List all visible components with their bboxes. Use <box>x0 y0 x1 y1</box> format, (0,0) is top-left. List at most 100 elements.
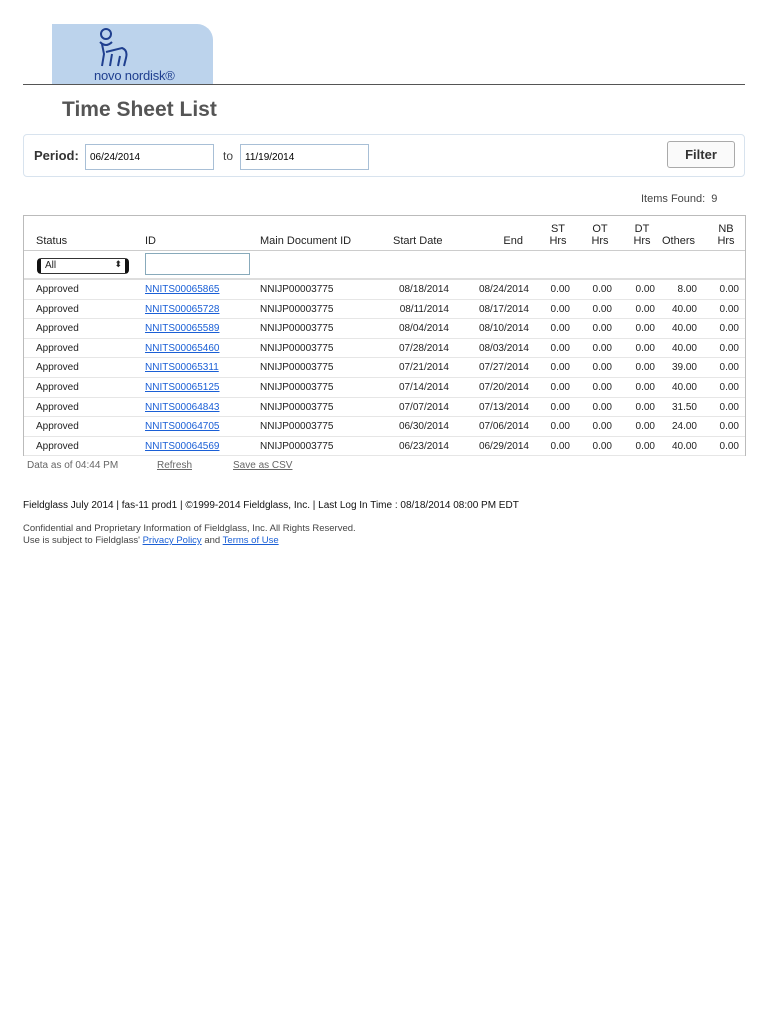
cell-start-date: 07/07/2014 <box>398 401 449 413</box>
footer-and: and <box>201 535 223 546</box>
period-label: Period: <box>34 148 79 163</box>
select-arrows-icon: ⬍ <box>114 259 122 269</box>
privacy-policy-link[interactable]: Privacy Policy <box>143 535 202 546</box>
cell-others: 24.00 <box>671 421 697 433</box>
bull-logo-icon <box>99 28 128 67</box>
timesheet-id-link[interactable]: NNITS00065865 <box>145 284 220 295</box>
timesheet-id-link[interactable]: NNITS00064843 <box>145 402 220 413</box>
header-others[interactable]: Others <box>662 235 695 247</box>
timesheet-id-link[interactable]: NNITS00064569 <box>145 441 220 452</box>
timesheet-id-link[interactable]: NNITS00065311 <box>145 362 219 373</box>
timesheet-id-link[interactable]: NNITS00065728 <box>145 304 220 315</box>
status-filter-select[interactable]: All ⬍ <box>37 258 129 274</box>
save-csv-link[interactable]: Save as CSV <box>233 460 292 471</box>
cell-end: 07/27/2014 <box>478 362 529 374</box>
cell-st-hrs: 0.00 <box>550 382 570 393</box>
cell-ot-hrs: 0.00 <box>592 401 612 413</box>
cell-others: 40.00 <box>671 303 697 315</box>
table-row: Approved NNITS00064569 NNIJP00003775 06/23/… <box>24 437 745 457</box>
cell-nb-hrs: 0.00 <box>719 323 739 335</box>
timesheet-id-link[interactable]: NNITS00065460 <box>145 343 220 354</box>
header-ot-hrs[interactable]: OT Hrs <box>589 223 611 247</box>
logo-text: novo nordisk® <box>94 68 175 83</box>
timesheet-table: Status ID Main Document ID Start Date En… <box>23 215 746 457</box>
cell-st-hrs: 0.00 <box>550 401 570 413</box>
header-ot-line2: Hrs <box>591 235 609 247</box>
cell-status: Approved <box>36 382 79 393</box>
cell-main-document-id: NNIJP00003775 <box>260 323 334 335</box>
timesheet-id-link[interactable]: NNITS00064705 <box>145 421 220 432</box>
to-label: to <box>223 149 234 163</box>
cell-main-document-id: NNIJP00003775 <box>260 362 334 374</box>
cell-end: 08/10/2014 <box>478 323 529 335</box>
cell-nb-hrs: 0.00 <box>719 284 739 295</box>
cell-status: Approved <box>36 284 79 295</box>
cell-ot-hrs: 0.00 <box>592 362 612 374</box>
cell-end: 08/24/2014 <box>478 284 529 295</box>
cell-dt-hrs: 0.00 <box>635 401 655 413</box>
cell-id: NNITS00065125 <box>145 382 220 393</box>
page-title: Time Sheet List <box>62 98 217 121</box>
cell-start-date: 07/14/2014 <box>398 382 449 393</box>
cell-dt-hrs: 0.00 <box>635 421 655 433</box>
table-row: Approved NNITS00065460 NNIJP00003775 07/28/… <box>24 339 745 359</box>
table-row: Approved NNITS00065311 NNIJP00003775 07/21/… <box>24 358 745 378</box>
table-row: Approved NNITS00065865 NNIJP00003775 08/18/… <box>24 280 745 300</box>
cell-others: 40.00 <box>671 382 697 393</box>
items-found-label: Items Found: <box>641 193 706 205</box>
cell-status: Approved <box>36 401 79 413</box>
header-main-document-id[interactable]: Main Document ID <box>260 235 351 247</box>
cell-nb-hrs: 0.00 <box>719 421 739 433</box>
footer-use-text: Use is subject to Fieldglass' <box>23 535 143 546</box>
cell-start-date: 06/30/2014 <box>398 421 449 433</box>
cell-end: 07/20/2014 <box>478 382 529 393</box>
header-dt-hrs[interactable]: DT Hrs <box>631 223 653 247</box>
header-ot-line1: OT <box>592 223 608 235</box>
cell-st-hrs: 0.00 <box>550 362 570 374</box>
cell-ot-hrs: 0.00 <box>592 323 612 335</box>
cell-end: 07/06/2014 <box>478 421 529 433</box>
cell-st-hrs: 0.00 <box>550 421 570 433</box>
cell-id: NNITS00064843 <box>145 402 220 413</box>
header-st-hrs[interactable]: ST Hrs <box>547 223 569 247</box>
items-found-count: 9 <box>711 193 718 205</box>
period-from-input[interactable] <box>85 144 214 170</box>
cell-dt-hrs: 0.00 <box>635 284 655 295</box>
cell-nb-hrs: 0.00 <box>719 342 739 354</box>
refresh-link[interactable]: Refresh <box>157 460 192 471</box>
header-nb-line1: NB <box>718 223 734 235</box>
cell-id: NNITS00064569 <box>145 441 220 452</box>
cell-start-date: 07/28/2014 <box>398 342 449 354</box>
timesheet-id-link[interactable]: NNITS00065589 <box>145 323 220 334</box>
header-id[interactable]: ID <box>145 235 156 247</box>
id-filter-input[interactable] <box>145 253 250 275</box>
header-start-date[interactable]: Start Date <box>393 235 443 247</box>
cell-nb-hrs: 0.00 <box>719 382 739 393</box>
table-row: Approved NNITS00065589 NNIJP00003775 08/04/… <box>24 319 745 339</box>
status-filter-value: All <box>45 260 57 271</box>
table-row: Approved NNITS00064705 NNIJP00003775 06/30/… <box>24 417 745 437</box>
header-st-line2: Hrs <box>549 235 567 247</box>
filter-button[interactable]: Filter <box>667 141 735 168</box>
cell-main-document-id: NNIJP00003775 <box>260 440 334 452</box>
cell-start-date: 08/18/2014 <box>398 284 449 295</box>
table-header: Status ID Main Document ID Start Date En… <box>24 216 745 251</box>
footer-legal: Confidential and Proprietary Information… <box>23 523 356 547</box>
cell-id: NNITS00065460 <box>145 343 220 354</box>
items-found: Items Found: 9 <box>641 193 717 205</box>
header-divider <box>23 84 745 85</box>
table-row: Approved NNITS00064843 NNIJP00003775 07/07/… <box>24 398 745 418</box>
period-to-input[interactable] <box>240 144 369 170</box>
period-filter-panel: Period: to Filter <box>23 134 745 177</box>
cell-ot-hrs: 0.00 <box>592 440 612 452</box>
header-status[interactable]: Status <box>36 235 67 247</box>
cell-st-hrs: 0.00 <box>550 440 570 452</box>
terms-of-use-link[interactable]: Terms of Use <box>223 535 279 546</box>
cell-others: 8.00 <box>677 284 697 295</box>
data-as-of: Data as of 04:44 PM <box>27 460 119 471</box>
header-nb-hrs[interactable]: NB Hrs <box>715 223 737 247</box>
header-end[interactable]: End <box>503 235 523 247</box>
cell-status: Approved <box>36 323 79 335</box>
timesheet-id-link[interactable]: NNITS00065125 <box>145 382 220 393</box>
footer-confidential: Confidential and Proprietary Information… <box>23 523 356 534</box>
